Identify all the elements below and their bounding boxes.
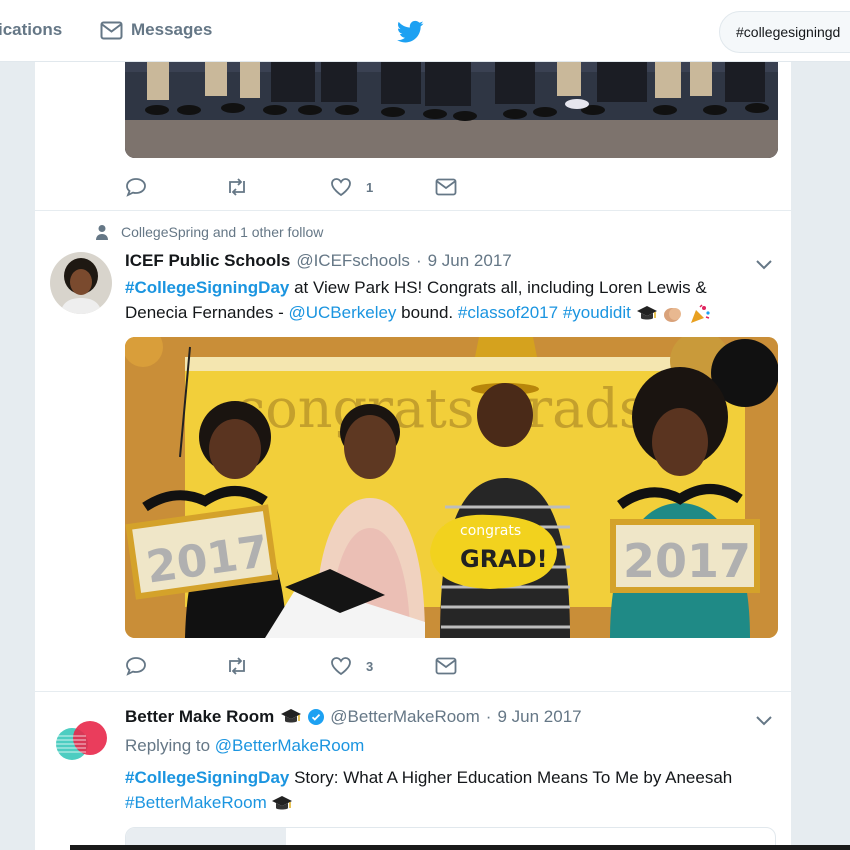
author-handle[interactable]: @BetterMakeRoom (330, 707, 480, 727)
tweet-3[interactable]: Better Make Room @BetterMakeRoom · 9 Jun… (35, 692, 791, 850)
hashtag-link[interactable]: #CollegeSigningDay (125, 278, 289, 297)
like-button[interactable]: 1 (330, 177, 435, 197)
tweet-1-actions: 1 (125, 177, 457, 197)
banner-text: congrats grads (235, 377, 647, 440)
tweet-date[interactable]: 9 Jun 2017 (428, 251, 512, 271)
tweet-text-part: at View Park HS! Congrats all, including… (289, 278, 707, 297)
window-bottom-edge (70, 845, 850, 850)
like-button[interactable]: 3 (330, 656, 435, 676)
clapping-hands-icon (664, 307, 682, 322)
heart-icon (331, 657, 351, 676)
replying-to: Replying to @BetterMakeRoom (125, 736, 364, 756)
search-input[interactable]: #collegesigningd (719, 11, 850, 53)
tweet-2-actions: 3 (125, 656, 457, 676)
top-navigation-bar: ications Messages #collegesigningd (0, 0, 850, 62)
verified-badge-icon (308, 709, 325, 725)
avatar[interactable] (50, 710, 112, 772)
tweet-text-part: bound. (396, 303, 458, 322)
grad-sign: congrats GRAD! (430, 514, 557, 589)
timeline: 1 CollegeSpring and 1 other follow ICEF … (35, 62, 791, 850)
separator: · (415, 251, 422, 270)
heart-icon (331, 178, 351, 197)
tweet-2-text: #CollegeSigningDay at View Park HS! Cong… (125, 275, 745, 325)
reply-button[interactable] (125, 656, 225, 676)
author-name[interactable]: ICEF Public Schools (125, 251, 290, 271)
envelope-icon (100, 21, 123, 39)
graduation-cap-icon (272, 795, 293, 810)
search-input-value: #collegesigningd (736, 24, 841, 40)
dm-button[interactable] (435, 657, 457, 675)
twitter-bird-icon[interactable] (397, 20, 424, 44)
tweet-date[interactable]: 9 Jun 2017 (497, 707, 581, 727)
reply-button[interactable] (125, 177, 225, 197)
nav-messages[interactable]: Messages (100, 20, 212, 40)
retweet-icon (229, 657, 245, 675)
avatar-image (50, 252, 112, 314)
nav-messages-label: Messages (131, 20, 213, 39)
tweet-2-photo[interactable]: congrats grads 2017 2017 congrats GRAD! (125, 337, 778, 638)
hashtag-link[interactable]: #classof2017 (458, 303, 558, 322)
tweet-2-photo-image: congrats grads 2017 2017 congrats GRAD! (125, 337, 778, 638)
graduation-cap-icon (281, 709, 302, 723)
hashtag-link[interactable]: #youdidit (563, 303, 631, 322)
mention-link[interactable]: @BetterMakeRoom (215, 736, 365, 755)
social-context-text: CollegeSpring and 1 other follow (121, 224, 324, 240)
party-popper-icon (691, 303, 710, 323)
dm-button[interactable] (435, 178, 457, 196)
tweet-text-part: Story: What A Higher Education Means To … (289, 768, 733, 787)
sign-2017-right: 2017 (610, 519, 760, 593)
tweet-1-photo-image (125, 62, 778, 158)
hashtag-link[interactable]: #BetterMakeRoom (125, 793, 267, 812)
tweet-2[interactable]: CollegeSpring and 1 other follow ICEF Pu… (35, 211, 791, 692)
replying-prefix: Replying to (125, 736, 215, 755)
grad-sign-top-text: congrats (460, 523, 521, 539)
chevron-down-icon[interactable] (755, 715, 773, 727)
envelope-icon (435, 178, 457, 196)
hashtag-link[interactable]: #CollegeSigningDay (125, 768, 289, 787)
retweet-button[interactable] (225, 177, 330, 197)
like-count: 1 (366, 179, 374, 195)
grad-sign-text: GRAD! (460, 545, 548, 573)
author-handle[interactable]: @ICEFschools (296, 251, 410, 271)
avatar-image (50, 710, 112, 772)
nav-notifications[interactable]: ications (0, 20, 62, 40)
reply-icon (126, 178, 146, 197)
nav-notifications-label: ications (0, 20, 63, 39)
tweet-3-text: #CollegeSigningDay Story: What A Higher … (125, 765, 775, 815)
sign-2017-right-text: 2017 (623, 534, 751, 588)
separator: · (485, 707, 492, 726)
social-context: CollegeSpring and 1 other follow (95, 224, 323, 240)
tweet-2-header: ICEF Public Schools @ICEFschools · 9 Jun… (125, 251, 512, 271)
mention-link[interactable]: @UCBerkeley (288, 303, 396, 322)
reply-icon (126, 657, 146, 676)
author-name[interactable]: Better Make Room (125, 707, 274, 727)
graduation-cap-icon (636, 305, 657, 320)
person-icon (96, 225, 108, 240)
envelope-icon (435, 657, 457, 675)
chevron-down-icon[interactable] (755, 259, 773, 271)
retweet-button[interactable] (225, 656, 330, 676)
like-count: 3 (366, 658, 374, 674)
tweet-1[interactable]: 1 (35, 62, 791, 211)
tweet-text-part: Denecia Fernandes - (125, 303, 289, 322)
sign-2017-left: 2017 (125, 504, 279, 600)
avatar[interactable] (50, 252, 112, 314)
tweet-3-header: Better Make Room @BetterMakeRoom · 9 Jun… (125, 707, 582, 727)
retweet-icon (229, 178, 245, 196)
tweet-1-photo[interactable] (125, 62, 778, 158)
